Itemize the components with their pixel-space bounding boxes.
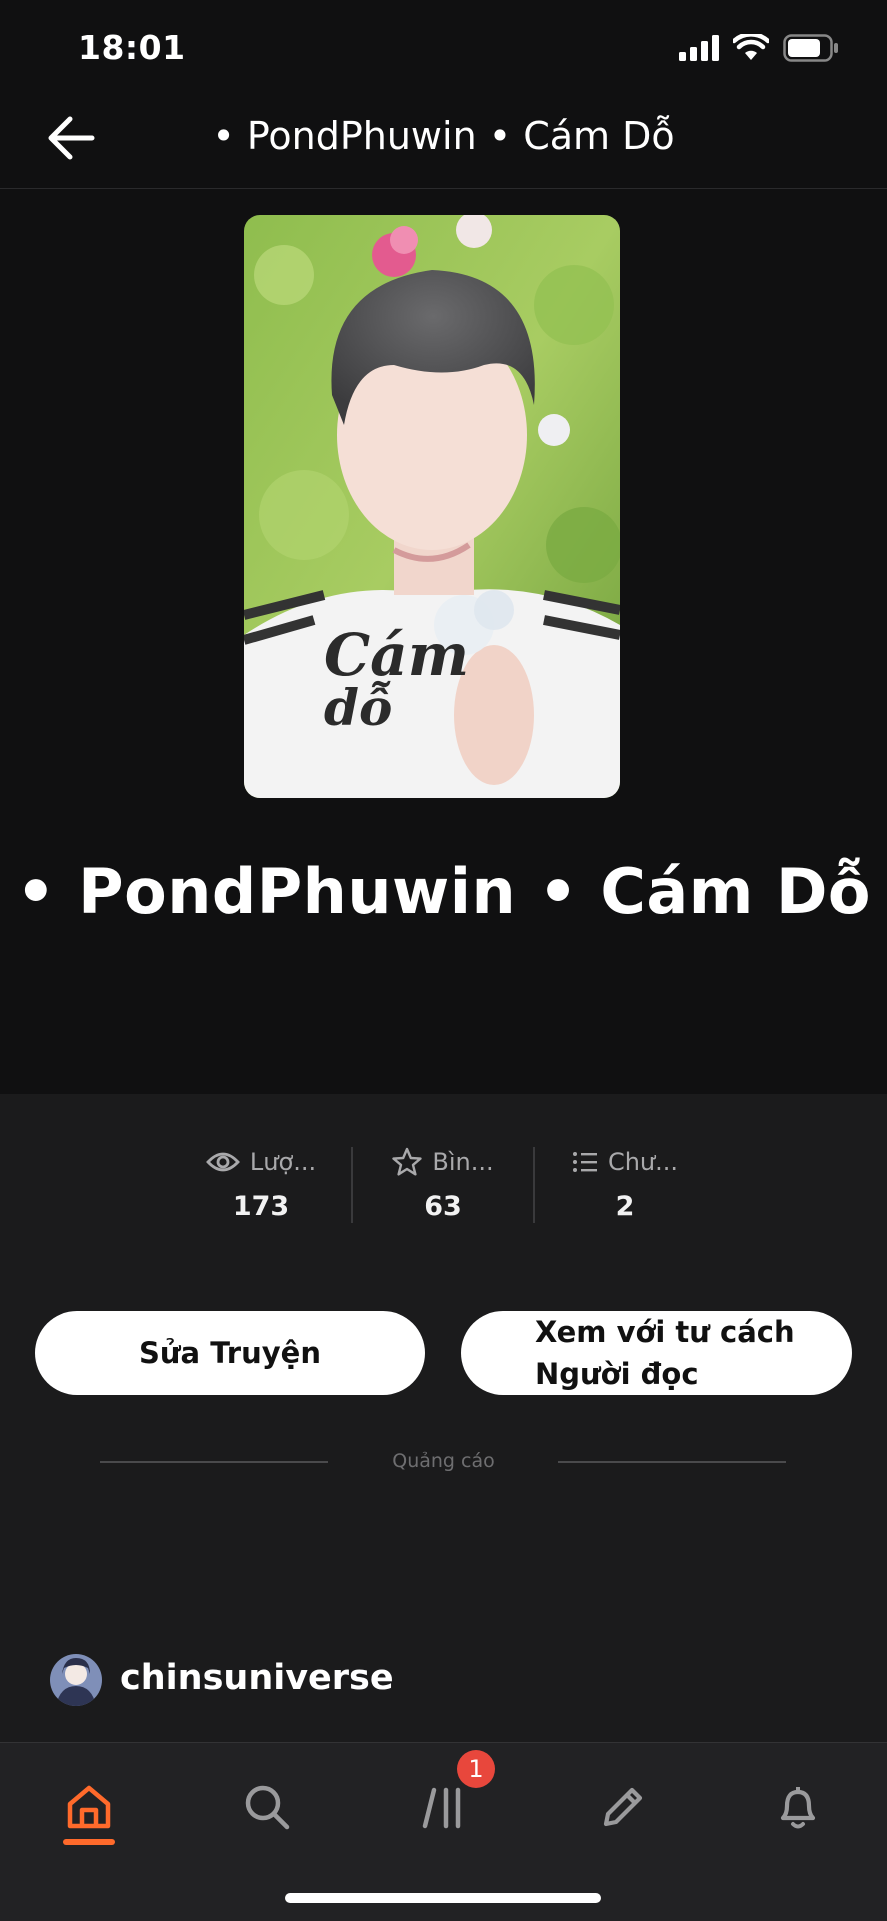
stat-votes-value: 63 (424, 1191, 462, 1222)
tab-notifications[interactable] (758, 1767, 838, 1847)
star-icon (392, 1147, 423, 1176)
tab-write[interactable] (583, 1767, 663, 1847)
avatar-image (50, 1654, 102, 1706)
tab-home[interactable] (49, 1767, 129, 1847)
search-icon (245, 1785, 290, 1830)
story-stats: Lượ... 173 Bìn... 63 Chư... 2 (0, 1145, 887, 1225)
stat-reads: Lượ... 173 (171, 1145, 351, 1225)
author-avatar[interactable] (50, 1654, 102, 1706)
cover-illustration: Cám dỗ (244, 215, 620, 798)
stat-reads-value: 173 (232, 1191, 290, 1222)
stat-parts-value: 2 (615, 1191, 635, 1222)
status-time: 18:01 (78, 28, 186, 67)
view-as-reader-line2: Người đọc (535, 1357, 699, 1391)
wifi-icon (733, 34, 769, 60)
cover-art-text-2: dỗ (324, 678, 392, 737)
edit-story-button[interactable]: Sửa Truyện (35, 1311, 425, 1395)
story-title: • PondPhuwin • Cám Dỗ (15, 855, 872, 928)
status-icons (679, 34, 839, 62)
pencil-icon (603, 1787, 643, 1827)
stat-votes-label: Bìn... (432, 1148, 494, 1176)
signal-icon (679, 35, 719, 61)
view-as-reader-button[interactable]: Xem với tư cách Người đọc (461, 1311, 852, 1395)
nav-title: • PondPhuwin • Cám Dỗ (212, 114, 675, 158)
list-icon (572, 1152, 597, 1172)
view-as-reader-line1: Xem với tư cách (535, 1315, 795, 1349)
library-badge: 1 (457, 1750, 495, 1788)
stat-reads-label: Lượ... (249, 1148, 317, 1176)
eye-icon (206, 1152, 240, 1172)
home-icon (67, 1785, 111, 1829)
ad-divider-right (558, 1461, 786, 1463)
home-indicator (285, 1893, 601, 1903)
battery-icon (783, 34, 838, 62)
stat-parts-label: Chư... (607, 1148, 679, 1176)
navigation-bar: • PondPhuwin • Cám Dỗ (0, 88, 887, 189)
story-cover-image[interactable]: Cám dỗ (244, 215, 620, 798)
tab-search[interactable] (227, 1767, 307, 1847)
author-name[interactable]: chinsuniverse (120, 1658, 394, 1698)
stat-votes: Bìn... 63 (353, 1145, 533, 1225)
library-icon (422, 1787, 461, 1829)
stat-parts: Chư... 2 (535, 1145, 715, 1225)
bell-icon (780, 1787, 816, 1829)
tab-home-indicator (63, 1839, 115, 1845)
